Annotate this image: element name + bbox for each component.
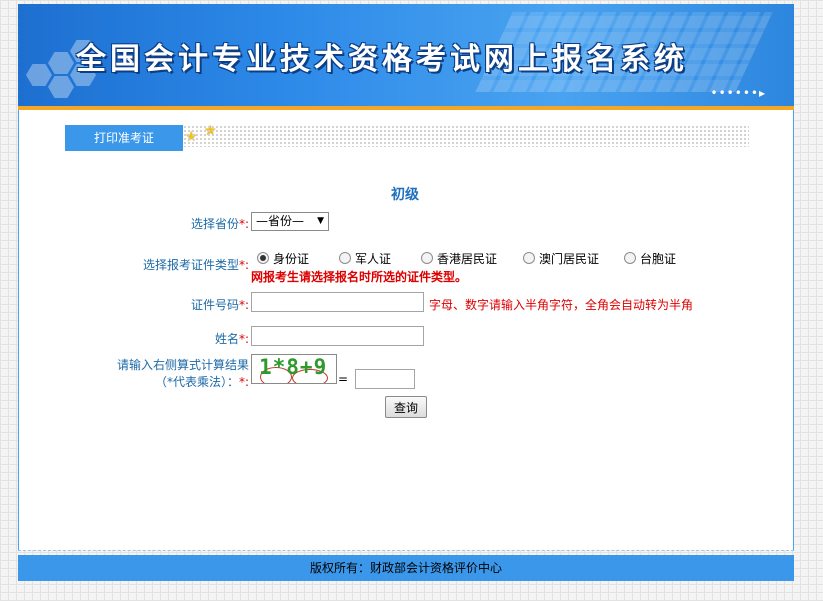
id-number-hint: 字母、数字请输入半角字符，全角会自动转为半角 bbox=[429, 298, 694, 312]
radio-hk-resident[interactable]: 香港居民证 bbox=[421, 250, 497, 267]
radio-unchecked-icon bbox=[339, 252, 351, 264]
content-bottom-border bbox=[18, 550, 794, 554]
id-type-warning: 网报考生请选择报名时所选的证件类型。 bbox=[251, 270, 468, 284]
radio-unchecked-icon bbox=[421, 252, 433, 264]
radio-taiwan-compatriot[interactable]: 台胞证 bbox=[624, 250, 676, 267]
hexagon-decoration bbox=[26, 64, 52, 86]
radio-label: 澳门居民证 bbox=[539, 252, 600, 266]
captcha-text: 1*8+9 bbox=[259, 355, 328, 379]
id-number-label: 证件号码*: bbox=[139, 296, 249, 313]
query-button[interactable]: 查询 bbox=[385, 396, 427, 418]
radio-label: 台胞证 bbox=[640, 252, 677, 266]
required-mark: *: bbox=[238, 217, 249, 231]
captcha-label-line2: （*代表乘法）： bbox=[154, 375, 239, 389]
province-select[interactable]: —省份— ▼ bbox=[251, 212, 329, 231]
header-banner: 全国会计专业技术资格考试网上报名系统 ••••••▸ bbox=[18, 4, 794, 106]
captcha-label-line1: 请输入右侧算式计算结果 bbox=[116, 358, 249, 372]
radio-unchecked-icon bbox=[624, 252, 636, 264]
footer: 版权所有：财政部会计资格评价中心 bbox=[18, 555, 794, 581]
id-number-label-text: 证件号码 bbox=[190, 298, 239, 312]
dotted-tab-bar bbox=[183, 125, 749, 147]
exam-level-title: 初级 bbox=[391, 187, 419, 203]
dotted-arrow-icon: ••••••▸ bbox=[710, 86, 766, 100]
page: 全国会计专业技术资格考试网上报名系统 ••••••▸ 打印准考证 ★ ★ 初级 … bbox=[18, 0, 794, 601]
radio-label: 军人证 bbox=[355, 252, 392, 266]
radio-unchecked-icon bbox=[523, 252, 535, 264]
hexagon-decoration bbox=[48, 76, 74, 98]
content-panel: 打印准考证 ★ ★ 初级 选择省份*: —省份— ▼ 选择报考证件类型*: 身份… bbox=[18, 110, 794, 550]
required-mark: *: bbox=[238, 298, 249, 312]
radio-id-card[interactable]: 身份证 bbox=[257, 250, 309, 267]
radio-military-id[interactable]: 军人证 bbox=[339, 250, 391, 267]
captcha-image[interactable]: 1*8+9 bbox=[251, 354, 337, 384]
province-label: 选择省份*: bbox=[139, 215, 249, 232]
radio-checked-icon bbox=[257, 252, 269, 264]
required-mark: *: bbox=[238, 332, 249, 346]
required-mark: *: bbox=[238, 375, 249, 389]
captcha-label: 请输入右侧算式计算结果 （*代表乘法）：*: bbox=[109, 356, 249, 390]
name-label: 姓名*: bbox=[139, 330, 249, 347]
tab-print-admission-ticket[interactable]: 打印准考证 bbox=[65, 125, 183, 151]
radio-label: 身份证 bbox=[273, 252, 310, 266]
required-mark: *: bbox=[238, 258, 249, 272]
site-title: 全国会计专业技术资格考试网上报名系统 bbox=[76, 42, 688, 77]
name-input[interactable] bbox=[251, 326, 424, 346]
id-number-input[interactable] bbox=[251, 292, 424, 312]
captcha-answer-input[interactable] bbox=[355, 369, 415, 389]
province-label-text: 选择省份 bbox=[190, 217, 239, 231]
dropdown-arrow-icon: ▼ bbox=[317, 216, 324, 226]
equals-sign: = bbox=[338, 372, 349, 386]
id-type-label-text: 选择报考证件类型 bbox=[142, 258, 239, 272]
hexagon-decoration bbox=[48, 52, 74, 74]
id-type-label: 选择报考证件类型*: bbox=[119, 256, 249, 273]
radio-macau-resident[interactable]: 澳门居民证 bbox=[523, 250, 599, 267]
province-selected-value: —省份— bbox=[256, 214, 305, 228]
radio-label: 香港居民证 bbox=[437, 252, 498, 266]
name-label-text: 姓名 bbox=[214, 332, 239, 346]
